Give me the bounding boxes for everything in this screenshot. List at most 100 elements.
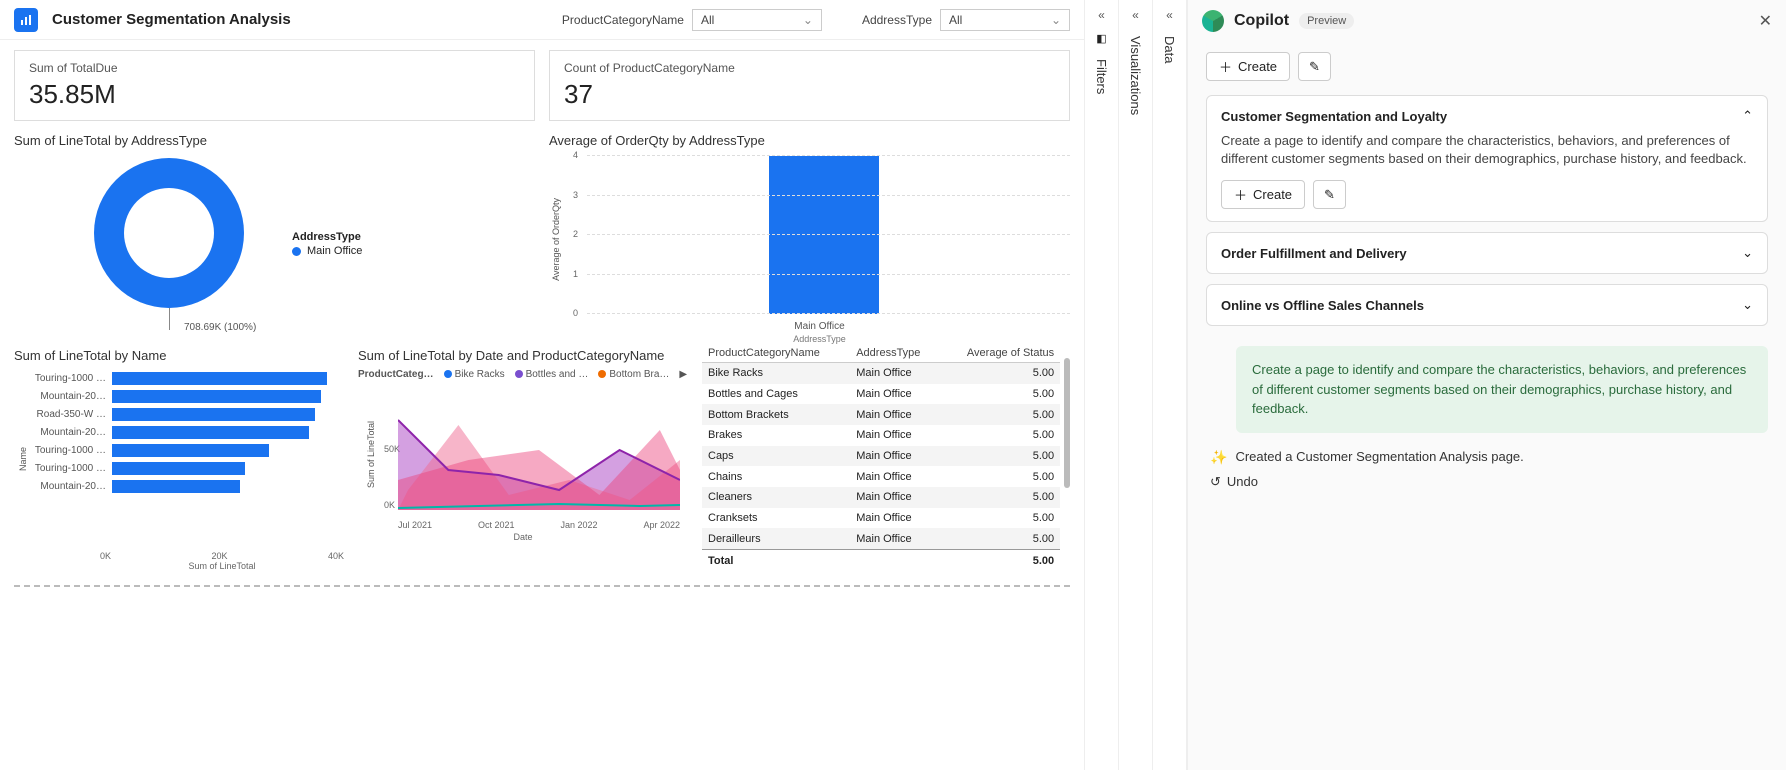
edit-button[interactable]: ✎ — [1298, 52, 1331, 81]
hbar-bar — [112, 480, 240, 493]
hbar-visual[interactable]: Sum of LineTotal by Name Name Touring-10… — [14, 344, 344, 571]
table-scrollbar[interactable] — [1064, 358, 1070, 488]
status-text: Created a Customer Segmentation Analysis… — [1235, 449, 1523, 464]
table-header[interactable]: ProductCategoryName — [702, 344, 850, 363]
create-button[interactable]: ＋ Create — [1206, 52, 1290, 81]
legend-more-icon[interactable]: ▶ — [679, 369, 687, 380]
area-plot — [398, 400, 680, 510]
table-cell: Chains — [702, 466, 850, 487]
area-chart-visual[interactable]: Sum of LineTotal by Date and ProductCate… — [358, 344, 688, 571]
filter2-dropdown[interactable]: All ⌄ — [940, 9, 1070, 31]
plus-icon: ＋ — [1234, 185, 1247, 204]
hbar-row: Touring-1000 … — [32, 441, 344, 459]
hbar-ylabel: Name — [18, 447, 28, 471]
table-cell: 5.00 — [941, 425, 1060, 446]
hbar-bar — [112, 462, 245, 475]
table-cell: Cranksets — [702, 508, 850, 529]
data-pane-collapsed[interactable]: « Data — [1153, 0, 1187, 770]
column-chart-visual[interactable]: Average of OrderQty by AddressType Avera… — [549, 129, 1070, 334]
hbar-bar — [112, 426, 309, 439]
colchart-category: Main Office — [569, 321, 1070, 332]
chevron-down-icon[interactable]: ⌄ — [1742, 245, 1753, 261]
table-cell: Caps — [702, 446, 850, 467]
suggestion-card-1[interactable]: Customer Segmentation and Loyalty ⌃ Crea… — [1206, 95, 1768, 222]
colchart-title: Average of OrderQty by AddressType — [549, 133, 1070, 148]
gridline: 4 — [587, 155, 1070, 156]
chevron-down-icon: ⌄ — [1051, 13, 1061, 27]
card-category-count[interactable]: Count of ProductCategoryName 37 — [549, 50, 1070, 121]
area-xtick: Apr 2022 — [643, 520, 680, 530]
visualizations-pane-label: Visualizations — [1128, 32, 1143, 115]
table-row[interactable]: Bike RacksMain Office5.00 — [702, 363, 1060, 384]
hbar-bar — [112, 390, 321, 403]
undo-button[interactable]: ↺ Undo — [1210, 474, 1768, 490]
gridline: 1 — [587, 274, 1070, 275]
table-cell: 5.00 — [941, 466, 1060, 487]
chevron-down-icon[interactable]: ⌄ — [1742, 297, 1753, 313]
area-ylabel: Sum of LineTotal — [366, 421, 376, 488]
table-cell: 5.00 — [941, 528, 1060, 549]
table-cell: Bike Racks — [702, 363, 850, 384]
table-row[interactable]: Bottles and CagesMain Office5.00 — [702, 384, 1060, 405]
undo-icon: ↺ — [1210, 474, 1221, 490]
hbar-row: Touring-1000 … — [32, 369, 344, 387]
donut-title: Sum of LineTotal by AddressType — [14, 133, 535, 148]
close-icon[interactable]: ✕ — [1759, 11, 1772, 31]
chevron-up-icon[interactable]: ⌃ — [1742, 108, 1753, 124]
suggestion-card-2[interactable]: Order Fulfillment and Delivery ⌄ — [1206, 232, 1768, 274]
hbar-xtick: 40K — [328, 551, 344, 561]
hbar-row: Mountain-20… — [32, 477, 344, 495]
table-cell: 5.00 — [941, 404, 1060, 425]
table-total-row: Total5.00 — [702, 550, 1060, 571]
visualizations-pane-collapsed[interactable]: « Visualizations — [1119, 0, 1153, 770]
table-cell: Total — [702, 550, 850, 571]
hbar-row: Touring-1000 … — [32, 459, 344, 477]
card-total-due[interactable]: Sum of TotalDue 35.85M — [14, 50, 535, 121]
hbar-row: Road-350-W … — [32, 405, 344, 423]
donut-visual[interactable]: Sum of LineTotal by AddressType 708.69K … — [14, 129, 535, 334]
table-cell — [850, 550, 941, 571]
table-header[interactable]: AddressType — [850, 344, 941, 363]
table-row[interactable]: CranksetsMain Office5.00 — [702, 508, 1060, 529]
hbar-category-label: Mountain-20… — [32, 391, 112, 402]
table-row[interactable]: DerailleursMain Office5.00 — [702, 528, 1060, 549]
edit-button[interactable]: ✎ — [1313, 180, 1346, 209]
table-row[interactable]: Bottom BracketsMain Office5.00 — [702, 404, 1060, 425]
table-cell: Main Office — [850, 384, 941, 405]
area-title: Sum of LineTotal by Date and ProductCate… — [358, 348, 688, 363]
table-row[interactable]: CleanersMain Office5.00 — [702, 487, 1060, 508]
table-cell: Main Office — [850, 446, 941, 467]
table-cell: Main Office — [850, 425, 941, 446]
report-logo-icon — [14, 8, 38, 32]
hbar-bar — [112, 408, 315, 421]
table-visual[interactable]: ProductCategoryNameAddressTypeAverage of… — [702, 344, 1070, 571]
filter1-dropdown[interactable]: All ⌄ — [692, 9, 822, 31]
suggestion3-title: Online vs Offline Sales Channels — [1221, 298, 1424, 313]
undo-label: Undo — [1227, 474, 1258, 489]
legend-dot-icon — [292, 247, 301, 256]
copilot-logo-icon — [1202, 10, 1224, 32]
donut-callout-line — [169, 308, 170, 330]
table-header[interactable]: Average of Status — [941, 344, 1060, 363]
gridline: 3 — [587, 195, 1070, 196]
chevron-left-icon[interactable]: « — [1132, 8, 1139, 22]
user-message: Create a page to identify and compare th… — [1236, 346, 1768, 433]
area-legend-2: Bottom Bra… — [609, 369, 669, 380]
table-cell: Brakes — [702, 425, 850, 446]
data-pane-label: Data — [1162, 32, 1177, 63]
hbar-title: Sum of LineTotal by Name — [14, 348, 344, 363]
table-row[interactable]: BrakesMain Office5.00 — [702, 425, 1060, 446]
chevron-left-icon[interactable]: « — [1098, 8, 1105, 22]
wand-icon: ✨ — [1210, 449, 1227, 466]
colchart-ylabel: Average of OrderQty — [551, 198, 561, 281]
table-row[interactable]: ChainsMain Office5.00 — [702, 466, 1060, 487]
filters-pane-collapsed[interactable]: « ◧ Filters — [1085, 0, 1119, 770]
table-row[interactable]: CapsMain Office5.00 — [702, 446, 1060, 467]
create-button[interactable]: ＋ Create — [1221, 180, 1305, 209]
chevron-left-icon[interactable]: « — [1166, 8, 1173, 22]
plus-icon: ＋ — [1219, 57, 1232, 76]
donut-callout: 708.69K (100%) — [184, 322, 256, 333]
hbar-xlabel: Sum of LineTotal — [100, 561, 344, 571]
hbar-xtick: 20K — [211, 551, 227, 561]
suggestion-card-3[interactable]: Online vs Offline Sales Channels ⌄ — [1206, 284, 1768, 326]
